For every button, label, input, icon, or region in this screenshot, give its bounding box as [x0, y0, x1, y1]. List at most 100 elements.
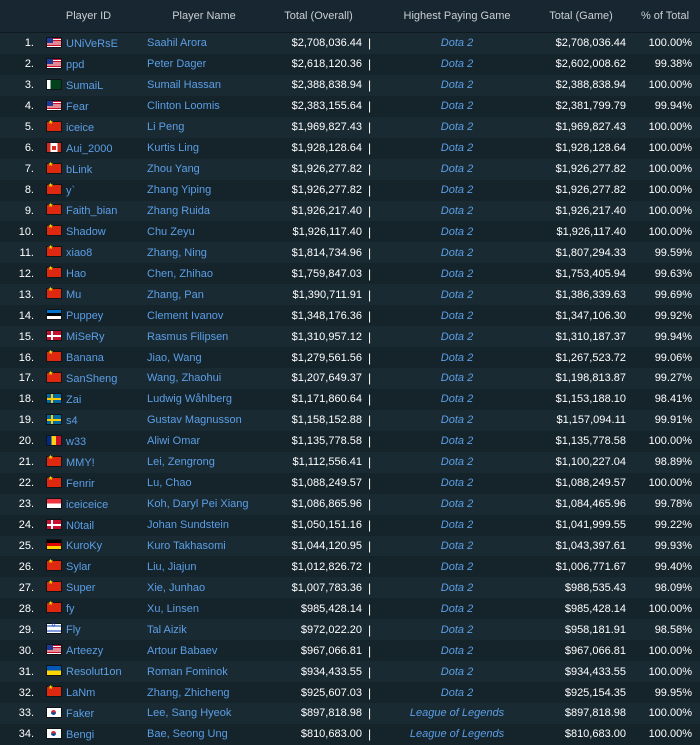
game-link[interactable]: Dota 2: [441, 100, 473, 112]
game-link[interactable]: Dota 2: [441, 603, 473, 615]
player-name-link[interactable]: Lee, Sang Hyeok: [147, 707, 231, 719]
player-id-link[interactable]: s4: [66, 415, 78, 427]
player-id-link[interactable]: Faith_bian: [66, 205, 117, 217]
player-name-link[interactable]: Kuro Takhasomi: [147, 540, 226, 552]
player-name-link[interactable]: Roman Fominok: [147, 666, 228, 678]
player-id-link[interactable]: KuroKy: [66, 540, 102, 552]
game-link[interactable]: Dota 2: [441, 268, 473, 280]
game-link[interactable]: Dota 2: [441, 79, 473, 91]
player-id-link[interactable]: Arteezy: [66, 645, 103, 657]
player-id-link[interactable]: Banana: [66, 352, 104, 364]
player-name-link[interactable]: Saahil Arora: [147, 37, 207, 49]
player-id-link[interactable]: N0tail: [66, 520, 94, 532]
game-link[interactable]: Dota 2: [441, 687, 473, 699]
highest-paying-game-header[interactable]: Highest Paying Game: [382, 0, 532, 33]
player-id-link[interactable]: fy: [66, 603, 75, 615]
player-name-link[interactable]: Zhang, Pan: [147, 289, 204, 301]
player-name-header[interactable]: Player Name: [139, 0, 269, 33]
player-id-link[interactable]: SumaiL: [66, 80, 103, 92]
total-overall-header[interactable]: Total (Overall): [269, 0, 368, 33]
player-id-link[interactable]: Zai: [66, 394, 81, 406]
player-name-link[interactable]: Chu Zeyu: [147, 226, 195, 238]
player-id-link[interactable]: Faker: [66, 708, 94, 720]
player-name-link[interactable]: Zhou Yang: [147, 163, 200, 175]
player-id-link[interactable]: Fear: [66, 101, 89, 113]
player-name-link[interactable]: Zhang Ruida: [147, 205, 210, 217]
player-name-link[interactable]: Gustav Magnusson: [147, 414, 242, 426]
game-link[interactable]: Dota 2: [441, 624, 473, 636]
player-id-link[interactable]: Aui_2000: [66, 143, 113, 155]
player-id-link[interactable]: LaNm: [66, 687, 95, 699]
game-link[interactable]: Dota 2: [441, 435, 473, 447]
player-id-link[interactable]: Puppey: [66, 310, 103, 322]
player-id-link[interactable]: ppd: [66, 59, 84, 71]
player-name-link[interactable]: Liu, Jiajun: [147, 561, 197, 573]
player-id-link[interactable]: Hao: [66, 268, 86, 280]
game-link[interactable]: Dota 2: [441, 289, 473, 301]
player-name-link[interactable]: Li Peng: [147, 121, 184, 133]
player-name-link[interactable]: Artour Babaev: [147, 645, 217, 657]
player-name-link[interactable]: Peter Dager: [147, 58, 206, 70]
game-link[interactable]: Dota 2: [441, 372, 473, 384]
game-link[interactable]: Dota 2: [441, 582, 473, 594]
game-link[interactable]: Dota 2: [441, 37, 473, 49]
player-id-link[interactable]: Resolut1on: [66, 666, 122, 678]
player-id-link[interactable]: y`: [66, 185, 75, 197]
player-id-link[interactable]: Super: [66, 582, 95, 594]
player-name-link[interactable]: Clinton Loomis: [147, 100, 220, 112]
player-id-link[interactable]: UNiVeRsE: [66, 38, 118, 50]
game-link[interactable]: League of Legends: [410, 707, 504, 719]
player-name-link[interactable]: Wang, Zhaohui: [147, 372, 221, 384]
game-link[interactable]: Dota 2: [441, 226, 473, 238]
game-link[interactable]: Dota 2: [441, 393, 473, 405]
player-id-link[interactable]: Sylar: [66, 561, 91, 573]
player-name-link[interactable]: Chen, Zhihao: [147, 268, 213, 280]
player-name-link[interactable]: Zhang, Ning: [147, 247, 207, 259]
player-name-link[interactable]: Aliwi Omar: [147, 435, 200, 447]
game-link[interactable]: Dota 2: [441, 163, 473, 175]
player-id-link[interactable]: Mu: [66, 289, 81, 301]
player-id-link[interactable]: SanSheng: [66, 373, 117, 385]
player-name-link[interactable]: Xie, Junhao: [147, 582, 205, 594]
game-link[interactable]: Dota 2: [441, 58, 473, 70]
game-link[interactable]: Dota 2: [441, 184, 473, 196]
player-name-link[interactable]: Johan Sundstein: [147, 519, 229, 531]
total-game-header[interactable]: Total (Game): [532, 0, 630, 33]
player-name-link[interactable]: Lu, Chao: [147, 477, 192, 489]
game-link[interactable]: Dota 2: [441, 247, 473, 259]
player-name-link[interactable]: Clement Ivanov: [147, 310, 223, 322]
game-link[interactable]: Dota 2: [441, 414, 473, 426]
game-link[interactable]: Dota 2: [441, 205, 473, 217]
player-name-link[interactable]: Rasmus Filipsen: [147, 331, 228, 343]
player-name-link[interactable]: Bae, Seong Ung: [147, 728, 228, 740]
player-id-link[interactable]: Fenrir: [66, 478, 95, 490]
player-id-link[interactable]: iceice: [66, 122, 94, 134]
player-id-link[interactable]: iceiceice: [66, 499, 108, 511]
player-name-link[interactable]: Ludwig Wåhlberg: [147, 393, 232, 405]
game-link[interactable]: Dota 2: [441, 310, 473, 322]
game-link[interactable]: Dota 2: [441, 666, 473, 678]
player-id-link[interactable]: w33: [66, 436, 86, 448]
game-link[interactable]: Dota 2: [441, 540, 473, 552]
game-link[interactable]: Dota 2: [441, 519, 473, 531]
player-name-link[interactable]: Zhang, Zhicheng: [147, 687, 230, 699]
game-link[interactable]: Dota 2: [441, 142, 473, 154]
player-name-link[interactable]: Lei, Zengrong: [147, 456, 215, 468]
game-link[interactable]: League of Legends: [410, 728, 504, 740]
player-name-link[interactable]: Sumail Hassan: [147, 79, 221, 91]
player-id-link[interactable]: Fly: [66, 624, 81, 636]
player-id-link[interactable]: bLink: [66, 164, 92, 176]
game-link[interactable]: Dota 2: [441, 561, 473, 573]
game-link[interactable]: Dota 2: [441, 498, 473, 510]
player-name-link[interactable]: Xu, Linsen: [147, 603, 199, 615]
player-name-link[interactable]: Koh, Daryl Pei Xiang: [147, 498, 249, 510]
player-name-link[interactable]: Kurtis Ling: [147, 142, 199, 154]
player-id-link[interactable]: MiSeRy: [66, 331, 105, 343]
game-link[interactable]: Dota 2: [441, 352, 473, 364]
pct-total-header[interactable]: % of Total: [630, 0, 700, 33]
game-link[interactable]: Dota 2: [441, 645, 473, 657]
player-name-link[interactable]: Tal Aizik: [147, 624, 187, 636]
game-link[interactable]: Dota 2: [441, 331, 473, 343]
game-link[interactable]: Dota 2: [441, 121, 473, 133]
player-name-link[interactable]: Zhang Yiping: [147, 184, 211, 196]
